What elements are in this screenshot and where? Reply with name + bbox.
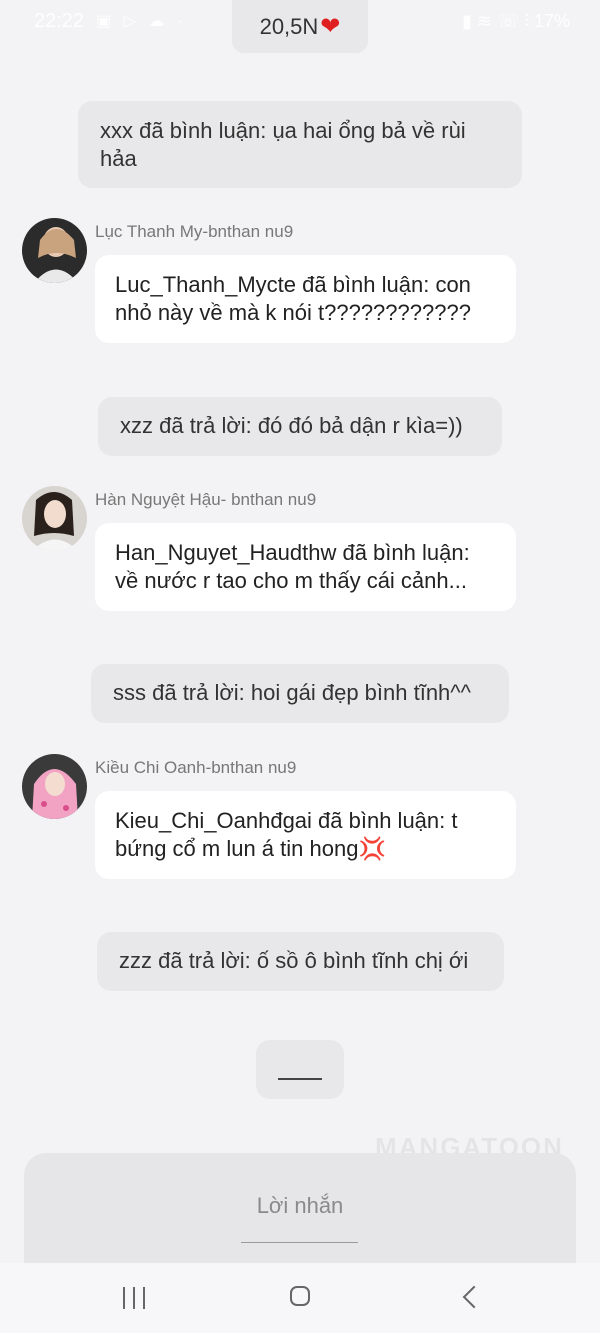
likes-counter[interactable]: 20,5N ❤ [232, 0, 368, 53]
sender-name: Lục Thanh My-bnthan nu9 [95, 222, 294, 241]
system-message-text: zzz đã trả lời: ố sồ ô bình tĩnh chị ới [119, 948, 469, 973]
status-time: 22:22 [34, 10, 85, 32]
user-comment-bubble: Han_Nguyet_Haudthw đã bình luận: về nước… [95, 523, 516, 611]
system-message: sss đã trả lời: hoi gái đẹp bình tĩnh^^ [91, 664, 509, 723]
avatar-han-nguyet-hau[interactable] [22, 486, 87, 551]
system-message-text: xzz đã trả lời: đó đó bả dận r kìa=)) [120, 413, 463, 438]
comment-text: Kieu_Chi_Oanhđgai đã bình luận: t bứng c… [115, 808, 458, 861]
typing-indicator [256, 1040, 344, 1099]
typing-dash [278, 1078, 322, 1080]
system-nav-bar [0, 1263, 600, 1333]
home-icon[interactable] [280, 1283, 320, 1313]
heart-icon: ❤ [320, 12, 341, 40]
sender-name: Hàn Nguyệt Hậu- bnthan nu9 [95, 490, 317, 509]
avatar-kieu-chi-oanh[interactable] [22, 754, 87, 819]
message-input[interactable]: Lời nhắn [24, 1193, 576, 1219]
system-message: xxx đã bình luận: ụa hai ổng bả về rùi h… [78, 101, 522, 188]
recents-icon[interactable] [114, 1283, 154, 1313]
sender-name: Kiều Chi Oanh-bnthan nu9 [95, 758, 297, 777]
input-underline [241, 1242, 358, 1243]
notification-icons: ▣ ▷ ☁ · [96, 13, 187, 30]
avatar-luc-thanh-my[interactable] [22, 218, 87, 283]
user-comment-bubble: Luc_Thanh_Mycte đã bình luận: con nhỏ nà… [95, 255, 516, 343]
user-comment-bubble: Kieu_Chi_Oanhđgai đã bình luận: t bứng c… [95, 791, 516, 879]
system-message: zzz đã trả lời: ố sồ ô bình tĩnh chị ới [97, 932, 504, 991]
comment-text: Han_Nguyet_Haudthw đã bình luận: về nước… [115, 540, 470, 593]
system-message-text: xxx đã bình luận: ụa hai ổng bả về rùi h… [100, 118, 466, 171]
system-message-text: sss đã trả lời: hoi gái đẹp bình tĩnh^^ [113, 680, 471, 705]
comment-text: Luc_Thanh_Mycte đã bình luận: con nhỏ nà… [115, 272, 471, 325]
message-input-panel[interactable]: Lời nhắn [24, 1153, 576, 1268]
back-icon[interactable] [452, 1283, 492, 1313]
likes-count: 20,5N [259, 13, 319, 39]
battery-indicator: ▮ ≋ ☏ ⫶ 17% [461, 11, 570, 31]
system-message: xzz đã trả lời: đó đó bả dận r kìa=)) [98, 397, 502, 456]
